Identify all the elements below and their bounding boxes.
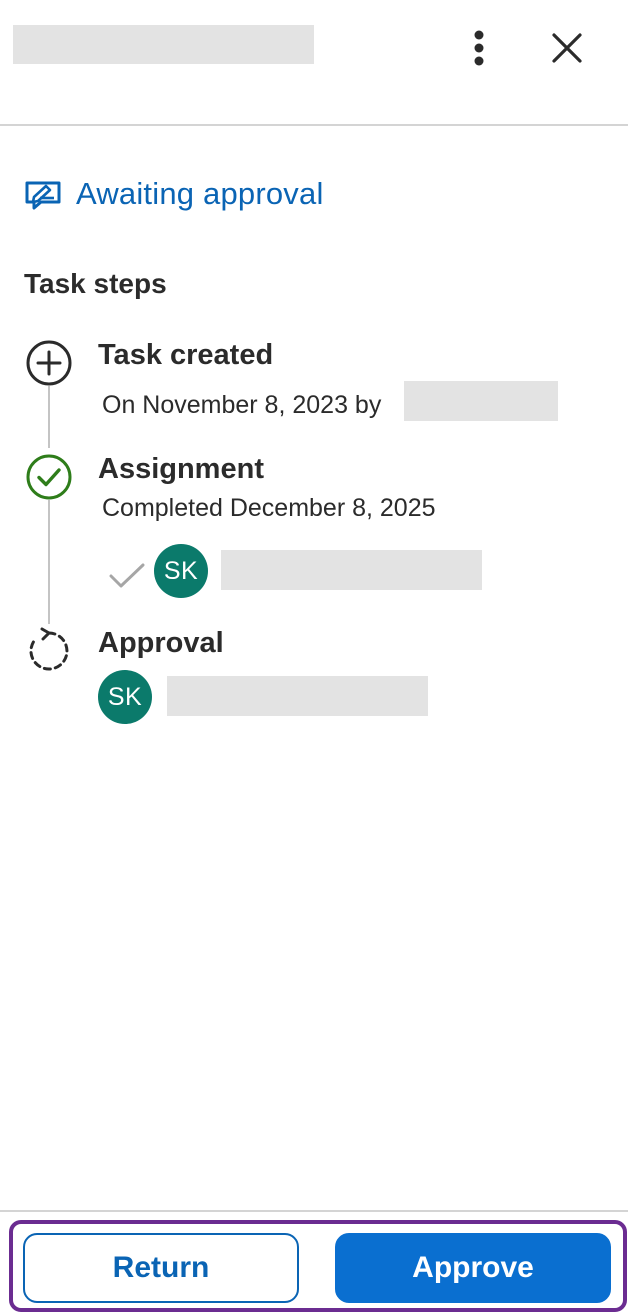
- return-button[interactable]: Return: [23, 1233, 299, 1303]
- panel-title-redacted: [13, 25, 314, 64]
- status-label: Awaiting approval: [76, 176, 324, 211]
- more-options-button[interactable]: [457, 26, 501, 70]
- step-connector: [48, 500, 50, 624]
- signature-pen-icon: [25, 181, 61, 210]
- plus-circle-icon: [24, 338, 74, 388]
- close-button[interactable]: [545, 26, 589, 70]
- creator-name-redacted: [404, 381, 558, 421]
- avatar: SK: [98, 670, 152, 724]
- approve-button[interactable]: Approve: [335, 1233, 611, 1303]
- assignee-name-redacted: [221, 550, 482, 590]
- step-title-assignment: Assignment: [98, 453, 264, 485]
- task-steps-heading: Task steps: [24, 268, 167, 299]
- check-circle-icon: [24, 452, 74, 502]
- footer-divider: [0, 1210, 628, 1212]
- status-link[interactable]: Awaiting approval: [24, 176, 324, 212]
- step-title-task-created: Task created: [98, 339, 274, 371]
- avatar: SK: [154, 544, 208, 598]
- checkmark-icon: [109, 563, 145, 588]
- approver-name-redacted: [167, 676, 428, 716]
- step-connector: [48, 386, 50, 448]
- step-subtitle-assignment: Completed December 8, 2025: [102, 494, 436, 522]
- panel-header: [0, 0, 628, 126]
- dashed-refresh-icon: [24, 626, 74, 676]
- step-title-approval: Approval: [98, 627, 224, 659]
- vertical-ellipsis-icon: [474, 30, 484, 66]
- close-icon: [552, 33, 582, 63]
- step-subtitle-task-created: On November 8, 2023 by: [102, 391, 382, 419]
